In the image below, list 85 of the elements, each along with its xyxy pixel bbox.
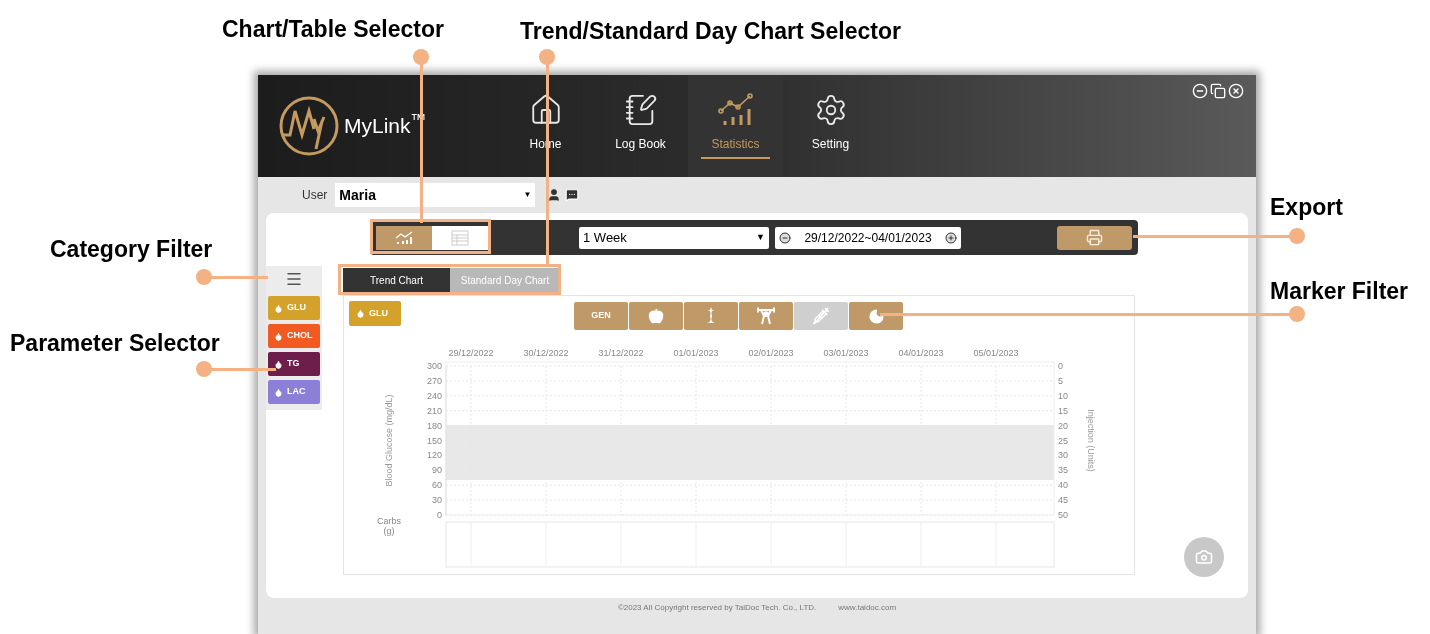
chart-type-tab[interactable]: Trend Chart [343,268,450,292]
y-axis-title: Blood Glucose (mg/dL) [384,394,394,487]
injection-tick-label: 0 [1058,361,1063,371]
drop-icon [274,387,283,397]
date-label: 05/01/2023 [973,348,1019,358]
minus-icon[interactable] [779,231,791,244]
marker-toggle[interactable] [794,302,848,330]
date-range: 29/12/2022~04/01/2023 [804,229,932,247]
logo-drawing [278,95,340,157]
moon-icon [867,307,885,325]
date-label: 29/12/2022 [448,348,494,358]
injection-axis-title: Injection (Units) [1086,409,1096,472]
callout-label: Category Filter [50,235,213,264]
drop-icon [356,309,365,318]
callout-label: Export [1270,193,1343,222]
apple-icon [648,308,664,324]
injection-tick-label: 15 [1058,405,1068,416]
y-tick-label: 30 [432,495,442,506]
injection-tick-label: 25 [1058,435,1068,446]
y-tick-label: 120 [426,450,442,461]
restore-icon[interactable] [1210,83,1226,99]
y-tick-label: 150 [426,435,442,446]
y-tick-label: 210 [426,405,442,416]
callout-label: Chart/Table Selector [222,15,444,44]
y-tick-label: 240 [426,390,442,401]
drop-icon [274,359,283,369]
chart-icon [395,230,413,245]
y-tick-label: 180 [426,420,442,431]
printer-icon [1086,229,1103,246]
y-tick-label: 60 [432,480,442,491]
marker-toggle[interactable] [849,302,903,330]
plus-icon[interactable] [945,231,957,244]
date-label: 01/01/2023 [673,348,719,358]
nav-tab[interactable]: Log Book [593,75,688,177]
injection-tick-label: 40 [1058,480,1068,491]
copyright-text: ©2023 All Copyright reserved by TaiDoc Tech. Co., LTD. [617,602,817,614]
notebook-icon [623,93,658,127]
carbs-label: (g) [383,526,395,536]
table-view-button[interactable] [432,225,488,250]
injection-tick-label: 10 [1058,390,1068,401]
website-link[interactable]: www.taidoc.com [838,602,897,614]
user-label: User [302,187,328,204]
marker-toggle[interactable] [629,302,683,330]
drop-icon [274,331,283,341]
close-icon[interactable] [1228,83,1244,99]
chart-icon [717,93,754,127]
export-button[interactable] [1057,225,1132,250]
marker-toggle[interactable] [739,302,793,330]
injection-tick-label: 5 [1058,375,1063,386]
weightlifter-icon [756,307,776,325]
camera-icon [1195,548,1213,566]
marker-toggle[interactable] [684,302,738,330]
parameter-button[interactable]: TG [268,352,320,376]
injection-tick-label: 30 [1058,450,1068,461]
injection-tick-label: 45 [1058,495,1068,506]
menu-icon[interactable] [285,270,303,288]
chat-icon[interactable] [565,188,580,202]
injection-tick-label: 20 [1058,420,1068,431]
injection-tick-label: 35 [1058,465,1068,476]
callout-label: Marker Filter [1270,277,1409,306]
y-tick-label: 90 [432,465,442,476]
drop-icon [274,303,283,313]
user-dropdown[interactable]: Maria ▼ [335,183,536,207]
syringe-crossed-icon [812,307,830,325]
date-label: 02/01/2023 [748,348,794,358]
date-label: 30/12/2022 [523,348,569,358]
chart-view-button[interactable] [376,225,432,250]
period-dropdown[interactable]: 1 Week ▼ [579,226,769,249]
table-icon [451,229,469,246]
active-parameter-badge: GLU [349,301,401,326]
caret-icon: ▼ [523,189,532,201]
injection-tick-label: 50 [1058,510,1068,520]
user-icon[interactable] [547,188,562,202]
callout-label: Trend/Standard Day Chart Selector [520,17,901,46]
date-label: 04/01/2023 [898,348,944,358]
y-tick-label: 300 [426,361,442,371]
caret-icon: ▼ [756,230,765,245]
callout-label: Parameter Selector [10,329,220,358]
carbs-label: Carbs [377,516,401,526]
y-tick-label: 270 [426,375,442,386]
date-label: 31/12/2022 [598,348,644,358]
date-label: 03/01/2023 [823,348,869,358]
nav-tab[interactable]: Setting [783,75,878,177]
minimize-icon[interactable] [1192,83,1208,99]
y-tick-label: 0 [437,510,442,520]
